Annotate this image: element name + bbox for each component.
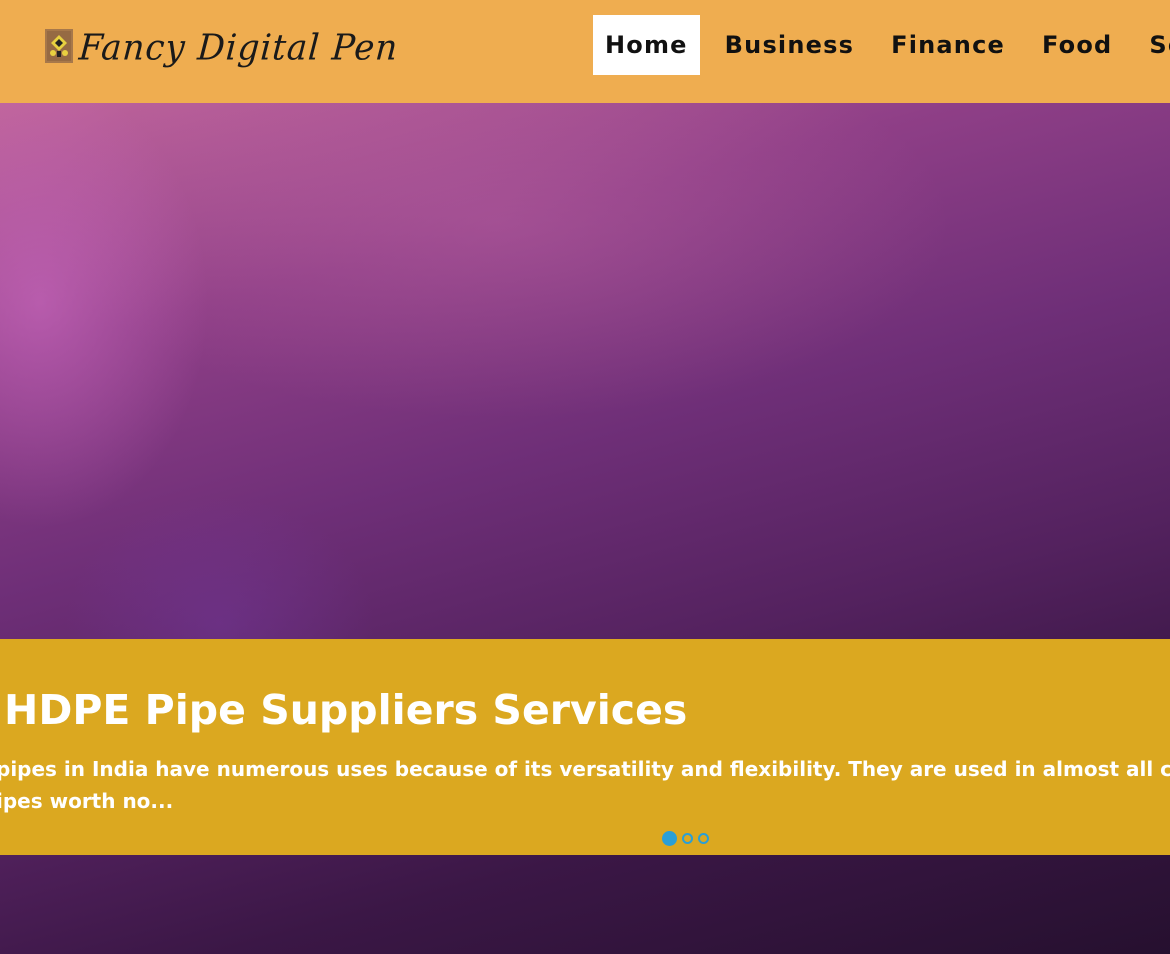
nav-item-food[interactable]: Food [1030,15,1124,75]
nav-item-home[interactable]: Home [593,15,700,75]
site-logo[interactable]: Fancy Digital Pen [45,27,400,80]
hero-slider[interactable]: HDPE Pipe Suppliers Services pipes in In… [0,103,1170,954]
main-navigation: Home Business Finance Food Socc [593,15,1170,75]
page: Fancy Digital Pen Home Business Finance … [0,0,1170,954]
slider-pagination [662,831,709,846]
slide-caption[interactable]: HDPE Pipe Suppliers Services pipes in In… [0,639,1170,855]
slider-dot-1[interactable] [662,831,677,846]
nav-item-finance[interactable]: Finance [879,15,1017,75]
slider-dot-2[interactable] [682,833,693,844]
site-header: Fancy Digital Pen Home Business Finance … [0,0,1170,103]
nav-item-socc[interactable]: Socc [1137,15,1170,75]
slide-excerpt-line-1: pipes in India have numerous uses becaus… [0,757,1170,781]
slide-excerpt: pipes in India have numerous uses becaus… [0,753,1170,817]
slider-dot-3[interactable] [698,833,709,844]
site-logo-text: Fancy Digital Pen [77,27,400,69]
nav-item-business[interactable]: Business [713,15,866,75]
slide-title[interactable]: HDPE Pipe Suppliers Services [4,683,687,737]
slide-excerpt-line-2: ipes worth no... [0,789,174,813]
pen-logo-icon [45,29,73,63]
